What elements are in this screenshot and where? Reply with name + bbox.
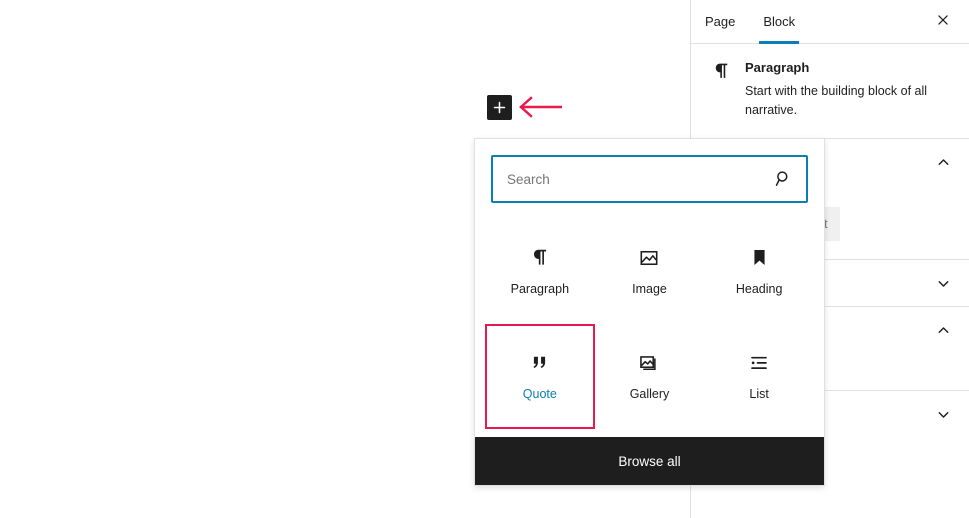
block-item-gallery[interactable]: Gallery [595, 324, 705, 429]
sidebar-tabs: Page Block [691, 0, 969, 44]
close-icon [936, 13, 950, 30]
tab-block[interactable]: Block [749, 0, 809, 43]
bookmark-icon [747, 246, 771, 270]
block-card-description: Start with the building block of all nar… [745, 82, 953, 121]
block-item-paragraph[interactable]: Paragraph [485, 219, 595, 324]
chevron-down-icon [933, 273, 953, 293]
plus-icon [491, 99, 508, 116]
block-item-label: Gallery [630, 388, 670, 401]
image-icon [637, 246, 661, 270]
list-icon [747, 351, 771, 375]
pilcrow-icon [528, 246, 552, 270]
block-card-title: Paragraph [745, 60, 953, 76]
block-card-text: Paragraph Start with the building block … [745, 60, 953, 120]
block-item-heading[interactable]: Heading [704, 219, 814, 324]
block-item-label: Quote [523, 388, 557, 401]
chevron-down-icon [933, 404, 953, 424]
gallery-icon [637, 351, 661, 375]
block-inserter-popover: Paragraph Image [474, 138, 825, 486]
chevron-up-icon [933, 152, 953, 172]
block-item-label: List [749, 388, 768, 401]
block-card: Paragraph Start with the building block … [691, 44, 969, 138]
close-sidebar-button[interactable] [929, 8, 957, 36]
editor-canvas: Paragraph Image [0, 0, 690, 518]
pilcrow-icon [709, 61, 733, 85]
block-item-label: Heading [736, 283, 783, 296]
block-item-label: Image [632, 283, 667, 296]
block-item-quote[interactable]: Quote [485, 324, 595, 429]
block-item-image[interactable]: Image [595, 219, 705, 324]
quote-icon [528, 351, 552, 375]
block-item-list[interactable]: List [704, 324, 814, 429]
block-type-grid: Paragraph Image [475, 215, 824, 437]
chevron-up-icon [933, 320, 953, 340]
search-input[interactable] [493, 157, 806, 201]
left-arrow-annotation-icon [518, 94, 562, 120]
search-field-wrapper[interactable] [491, 155, 808, 203]
block-item-label: Paragraph [511, 283, 569, 296]
tab-page[interactable]: Page [691, 0, 749, 43]
browse-all-button[interactable]: Browse all [475, 437, 824, 485]
inserter-search-area [475, 139, 824, 215]
editor-screen: Paragraph Image [0, 0, 969, 518]
add-block-inserter-button[interactable] [487, 95, 512, 120]
